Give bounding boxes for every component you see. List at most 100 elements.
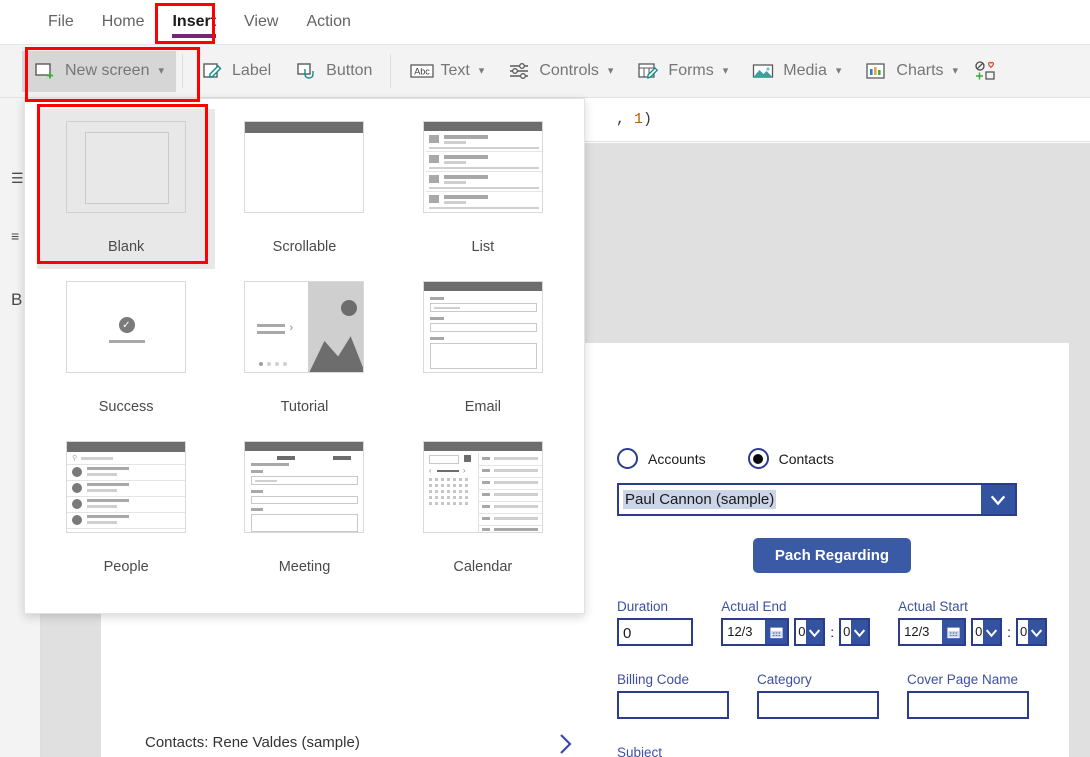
radio-accounts[interactable] <box>617 448 638 469</box>
chevron-right-icon <box>556 729 576 757</box>
template-list[interactable]: List <box>394 109 572 269</box>
time-separator: : <box>1007 624 1011 640</box>
lookup-value-text: Paul Cannon (sample) <box>623 490 777 509</box>
template-email-thumbnail <box>422 281 543 373</box>
chevron-down-icon: ▾ <box>607 64 614 77</box>
billing-code-input[interactable] <box>617 691 729 719</box>
formula-text-suffix: ) <box>643 111 653 128</box>
icons-add-icon <box>974 60 996 82</box>
ribbon-label: New screen <box>65 62 150 79</box>
category-input[interactable] <box>757 691 879 719</box>
actual-end-minute-select[interactable]: 0 <box>839 618 871 646</box>
formula-number-token: 1 <box>634 111 644 128</box>
media-panel-icon[interactable]: B <box>11 290 22 310</box>
list-item-subtitle: Contacts: Rene Valdes (sample) <box>145 734 360 751</box>
data-sources-icon[interactable]: ≡ <box>11 228 19 244</box>
hour-value: 0 <box>975 624 983 639</box>
radio-contacts[interactable] <box>747 448 769 469</box>
duration-input[interactable]: 0 <box>617 618 694 646</box>
cover-page-name-input[interactable] <box>907 691 1029 719</box>
template-blank[interactable]: Blank <box>37 109 216 269</box>
ribbon-label: Charts <box>896 62 944 79</box>
combobox-chevron-down-icon[interactable] <box>981 485 1015 514</box>
chevron-down-icon[interactable] <box>1028 620 1045 644</box>
time-separator: : <box>830 624 835 640</box>
template-meeting-thumbnail <box>244 441 365 533</box>
calendar-icon[interactable] <box>765 620 788 644</box>
screen-template-grid: Blank Scrollable List ✓ Success › Tutori… <box>25 99 584 589</box>
template-label: Tutorial <box>280 399 329 415</box>
field-value: 0 <box>623 625 632 642</box>
hour-value: 0 <box>798 624 806 639</box>
field-duration: Duration 0 <box>617 599 694 646</box>
template-blank-thumbnail <box>66 121 187 213</box>
menu-item-view[interactable]: View <box>230 7 292 37</box>
ribbon-text-button[interactable]: Abc Text ▾ <box>397 51 496 92</box>
ribbon-controls-button[interactable]: Controls ▾ <box>496 51 625 92</box>
field-subject: Subject Signature Page <box>617 745 729 757</box>
template-scrollable[interactable]: Scrollable <box>215 109 393 269</box>
menu-item-file[interactable]: File <box>34 7 88 37</box>
app-window: File Home Insert View Action New screen … <box>0 0 1090 757</box>
form-fields-row-2: Billing Code Category Cover Page Name <box>617 672 1047 719</box>
ribbon-toolbar: New screen ▾ Label Button Abc Text ▾ Con… <box>0 45 1090 98</box>
menu-item-action[interactable]: Action <box>292 7 364 37</box>
menu-label: Insert <box>172 13 217 30</box>
actual-start-date-input[interactable]: 12/3 <box>898 618 967 646</box>
actual-end-hour-select[interactable]: 0 <box>794 618 826 646</box>
ribbon-label: Text <box>440 62 470 79</box>
field-cover-page-name: Cover Page Name <box>907 672 1029 719</box>
template-label: Scrollable <box>272 239 337 255</box>
ribbon-label-button[interactable]: Label <box>189 51 283 92</box>
ribbon-icons-add-button[interactable] <box>970 51 1000 92</box>
menu-label: Home <box>101 13 145 30</box>
template-label: Blank <box>108 239 145 255</box>
menu-label: File <box>48 13 74 30</box>
ribbon-forms-button[interactable]: Forms ▾ <box>625 51 740 92</box>
app-record-list: Contacts: Rene Valdes (sample) Purchase … <box>145 723 590 757</box>
template-email[interactable]: Email <box>394 269 572 429</box>
chevron-down-icon: ▾ <box>722 64 729 77</box>
template-tutorial[interactable]: › Tutorial <box>215 269 393 429</box>
actual-start-minute-select[interactable]: 0 <box>1016 618 1047 646</box>
lookup-combobox[interactable]: Paul Cannon (sample) <box>617 483 1017 516</box>
template-success[interactable]: ✓ Success <box>37 269 215 429</box>
menu-label: Action <box>306 13 351 30</box>
actual-end-date-input[interactable]: 12/3 <box>721 618 790 646</box>
form-fields-row-1: Duration 0 Actual End 12/3 0: 0 Actual … <box>617 599 1047 646</box>
menu-bar: File Home Insert View Action <box>0 0 1090 45</box>
calendar-icon[interactable] <box>942 620 965 644</box>
field-label: Duration <box>617 599 669 614</box>
template-calendar[interactable]: ‹ › Calendar <box>394 429 572 589</box>
ribbon-new-screen-button[interactable]: New screen ▾ <box>22 50 177 92</box>
minute-value: 0 <box>843 624 851 639</box>
svg-text:Abc: Abc <box>415 67 431 77</box>
menu-item-home[interactable]: Home <box>88 7 159 37</box>
radio-selected-dot <box>753 453 764 464</box>
ribbon-label: Controls <box>539 62 599 79</box>
chevron-down-icon[interactable] <box>983 620 1001 644</box>
date-value: 12/3 <box>727 624 753 639</box>
field-actual-start: Actual Start 12/3 0: 0 <box>898 599 1047 646</box>
minute-value: 0 <box>1020 624 1028 639</box>
actual-start-hour-select[interactable]: 0 <box>971 618 1003 646</box>
field-value <box>759 693 877 697</box>
tree-view-icon[interactable]: ☰ <box>11 170 24 187</box>
ribbon-media-button[interactable]: Media ▾ <box>740 51 853 92</box>
field-label: Cover Page Name <box>907 672 1019 687</box>
active-tab-underline <box>172 34 217 38</box>
patch-regarding-button[interactable]: Pach Regarding <box>752 538 912 573</box>
template-label: Success <box>98 399 154 415</box>
ribbon-label: Media <box>783 62 827 79</box>
table-row[interactable]: Contacts: Rene Valdes (sample) <box>145 723 590 757</box>
field-label: Category <box>757 672 812 687</box>
menu-item-insert[interactable]: Insert <box>158 7 230 38</box>
template-people[interactable]: ⚲ People <box>37 429 215 589</box>
ribbon-charts-button[interactable]: Charts ▾ <box>853 51 970 92</box>
chevron-down-icon[interactable] <box>806 620 824 644</box>
template-list-thumbnail <box>422 121 543 213</box>
template-meeting[interactable]: Meeting <box>215 429 393 589</box>
ribbon-button-button[interactable]: Button <box>283 51 384 92</box>
chevron-down-icon[interactable] <box>851 620 869 644</box>
menu-label: View <box>244 13 279 30</box>
